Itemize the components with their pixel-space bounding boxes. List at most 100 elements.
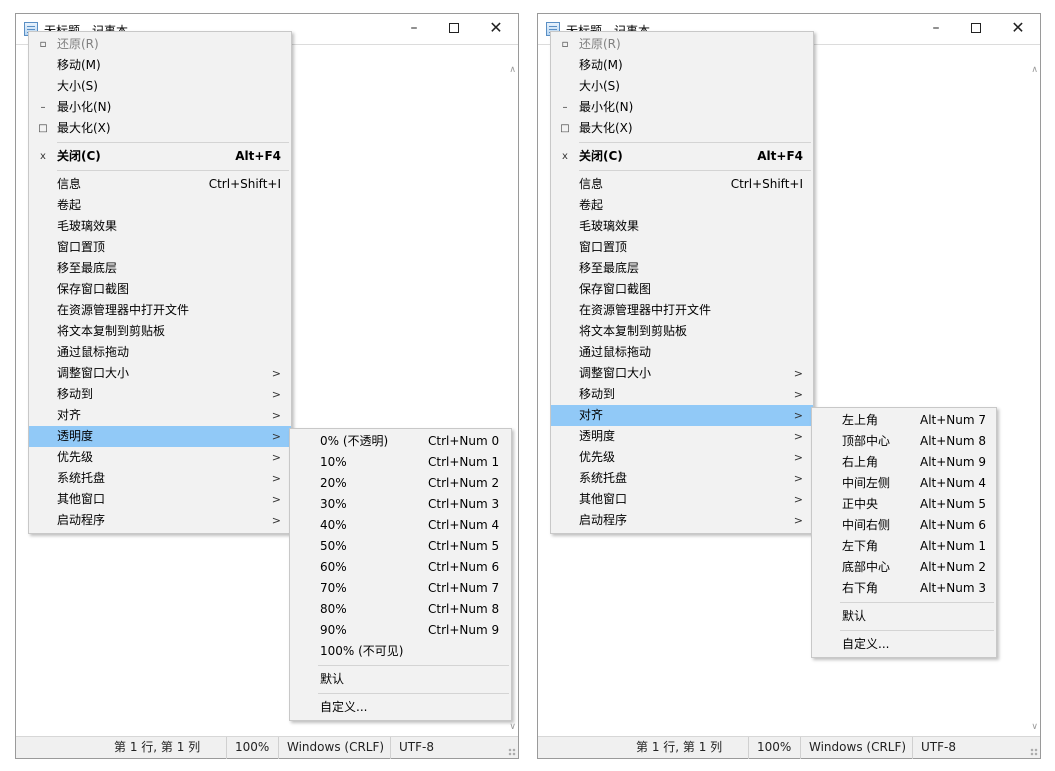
submenu-item[interactable]: 30% Ctrl+Num 3 — [290, 494, 511, 515]
submenu-item[interactable]: 0% (不透明) Ctrl+Num 0 — [290, 431, 511, 452]
submenu-item[interactable]: 左上角 Alt+Num 7 — [812, 410, 996, 431]
menu-item-align[interactable]: 对齐 > — [29, 405, 291, 426]
menu-item-open-in-explorer[interactable]: 在资源管理器中打开文件 — [551, 300, 813, 321]
scroll-up-icon[interactable]: ∧ — [1031, 65, 1038, 75]
menu-item-copy-text[interactable]: 将文本复制到剪贴板 — [551, 321, 813, 342]
maximize-icon: □ — [38, 123, 48, 134]
menu-item-move-to[interactable]: 移动到 > — [551, 384, 813, 405]
system-menu: ▫ 还原(R) 移动(M) 大小(S) – 最小化(N) □ 最大化(X) x 关闭(C… — [550, 31, 814, 534]
encoding: UTF-8 — [390, 737, 500, 759]
maximize-icon — [449, 23, 459, 33]
menu-item-restore[interactable]: ▫ 还原(R) — [29, 34, 291, 55]
chevron-right-icon: > — [793, 472, 803, 485]
menu-item-resize-window[interactable]: 调整窗口大小 > — [29, 363, 291, 384]
minimize-button[interactable]: – — [916, 14, 956, 44]
maximize-icon: □ — [560, 123, 570, 134]
menu-item-rollup[interactable]: 卷起 — [29, 195, 291, 216]
submenu-item-custom[interactable]: 自定义... — [290, 697, 511, 718]
submenu-item[interactable]: 90% Ctrl+Num 9 — [290, 620, 511, 641]
menu-item-other-windows[interactable]: 其他窗口 > — [551, 489, 813, 510]
restore-icon: ▫ — [39, 39, 47, 50]
maximize-button[interactable] — [956, 14, 996, 44]
menu-item-save-screenshot[interactable]: 保存窗口截图 — [551, 279, 813, 300]
menu-item-move[interactable]: 移动(M) — [29, 55, 291, 76]
submenu-item[interactable]: 80% Ctrl+Num 8 — [290, 599, 511, 620]
scroll-down-icon[interactable]: ∨ — [1031, 722, 1038, 732]
menu-item-always-on-top[interactable]: 窗口置顶 — [29, 237, 291, 258]
submenu-item[interactable]: 70% Ctrl+Num 7 — [290, 578, 511, 599]
align-submenu: 左上角 Alt+Num 7 顶部中心 Alt+Num 8 右上角 Alt+Num 9 … — [811, 407, 997, 658]
submenu-item[interactable]: 50% Ctrl+Num 5 — [290, 536, 511, 557]
menu-item-frosted-glass[interactable]: 毛玻璃效果 — [551, 216, 813, 237]
close-button[interactable]: ✕ — [998, 14, 1038, 44]
menu-item-close[interactable]: x 关闭(C) Alt+F4 — [551, 146, 813, 167]
menu-item-drag-by-mouse[interactable]: 通过鼠标拖动 — [29, 342, 291, 363]
menu-item-copy-text[interactable]: 将文本复制到剪贴板 — [29, 321, 291, 342]
submenu-item[interactable]: 底部中心 Alt+Num 2 — [812, 557, 996, 578]
menu-item-priority[interactable]: 优先级 > — [29, 447, 291, 468]
maximize-button[interactable] — [434, 14, 474, 44]
submenu-item[interactable]: 40% Ctrl+Num 4 — [290, 515, 511, 536]
menu-item-size[interactable]: 大小(S) — [29, 76, 291, 97]
close-button[interactable]: ✕ — [476, 14, 516, 44]
scroll-up-icon[interactable]: ∧ — [509, 65, 516, 75]
menu-item-maximize[interactable]: □ 最大化(X) — [29, 118, 291, 139]
menu-item-maximize[interactable]: □ 最大化(X) — [551, 118, 813, 139]
submenu-item[interactable]: 右上角 Alt+Num 9 — [812, 452, 996, 473]
menu-item-drag-by-mouse[interactable]: 通过鼠标拖动 — [551, 342, 813, 363]
submenu-item-custom[interactable]: 自定义... — [812, 634, 996, 655]
submenu-item[interactable]: 100% (不可见) — [290, 641, 511, 662]
menu-item-launch-program[interactable]: 启动程序 > — [551, 510, 813, 531]
menu-item-send-to-bottom[interactable]: 移至最底层 — [551, 258, 813, 279]
menu-item-move[interactable]: 移动(M) — [551, 55, 813, 76]
resize-grip-icon[interactable] — [508, 748, 516, 756]
resize-grip-icon[interactable] — [1030, 748, 1038, 756]
menu-item-minimize[interactable]: – 最小化(N) — [29, 97, 291, 118]
menu-item-frosted-glass[interactable]: 毛玻璃效果 — [29, 216, 291, 237]
menu-item-other-windows[interactable]: 其他窗口 > — [29, 489, 291, 510]
submenu-item[interactable]: 右下角 Alt+Num 3 — [812, 578, 996, 599]
vertical-scrollbar[interactable]: ∧ ∨ — [1024, 45, 1040, 736]
chevron-right-icon: > — [271, 472, 281, 485]
chevron-right-icon: > — [793, 367, 803, 380]
menu-item-open-in-explorer[interactable]: 在资源管理器中打开文件 — [29, 300, 291, 321]
menu-item-system-tray[interactable]: 系统托盘 > — [551, 468, 813, 489]
chevron-right-icon: > — [271, 388, 281, 401]
submenu-item[interactable]: 10% Ctrl+Num 1 — [290, 452, 511, 473]
submenu-item-default[interactable]: 默认 — [812, 606, 996, 627]
menu-item-always-on-top[interactable]: 窗口置顶 — [551, 237, 813, 258]
menu-item-move-to[interactable]: 移动到 > — [29, 384, 291, 405]
scroll-down-icon[interactable]: ∨ — [509, 722, 516, 732]
submenu-item[interactable]: 中间左侧 Alt+Num 4 — [812, 473, 996, 494]
submenu-item[interactable]: 顶部中心 Alt+Num 8 — [812, 431, 996, 452]
cursor-position: 第 1 行, 第 1 列 — [636, 740, 723, 754]
submenu-item[interactable]: 左下角 Alt+Num 1 — [812, 536, 996, 557]
submenu-item[interactable]: 正中央 Alt+Num 5 — [812, 494, 996, 515]
chevron-right-icon: > — [271, 451, 281, 464]
menu-item-close[interactable]: x 关闭(C) Alt+F4 — [29, 146, 291, 167]
zoom-level: 100% — [226, 737, 278, 759]
menu-item-restore[interactable]: ▫ 还原(R) — [551, 34, 813, 55]
menu-item-launch-program[interactable]: 启动程序 > — [29, 510, 291, 531]
menu-item-info[interactable]: 信息 Ctrl+Shift+I — [551, 174, 813, 195]
menu-item-info[interactable]: 信息 Ctrl+Shift+I — [29, 174, 291, 195]
status-bar: 第 1 行, 第 1 列 100% Windows (CRLF) UTF-8 — [538, 736, 1040, 759]
menu-item-transparency[interactable]: 透明度 > — [551, 426, 813, 447]
submenu-item[interactable]: 中间右侧 Alt+Num 6 — [812, 515, 996, 536]
submenu-item[interactable]: 60% Ctrl+Num 6 — [290, 557, 511, 578]
menu-item-system-tray[interactable]: 系统托盘 > — [29, 468, 291, 489]
menu-item-size[interactable]: 大小(S) — [551, 76, 813, 97]
submenu-item[interactable]: 20% Ctrl+Num 2 — [290, 473, 511, 494]
menu-item-send-to-bottom[interactable]: 移至最底层 — [29, 258, 291, 279]
restore-icon: ▫ — [561, 39, 569, 50]
menu-item-align[interactable]: 对齐 > — [551, 405, 813, 426]
menu-item-priority[interactable]: 优先级 > — [551, 447, 813, 468]
submenu-item-default[interactable]: 默认 — [290, 669, 511, 690]
menu-item-minimize[interactable]: – 最小化(N) — [551, 97, 813, 118]
menu-item-transparency[interactable]: 透明度 > — [29, 426, 291, 447]
menu-item-rollup[interactable]: 卷起 — [551, 195, 813, 216]
menu-item-save-screenshot[interactable]: 保存窗口截图 — [29, 279, 291, 300]
minimize-button[interactable]: – — [394, 14, 434, 44]
menu-item-resize-window[interactable]: 调整窗口大小 > — [551, 363, 813, 384]
line-ending: Windows (CRLF) — [278, 737, 390, 759]
